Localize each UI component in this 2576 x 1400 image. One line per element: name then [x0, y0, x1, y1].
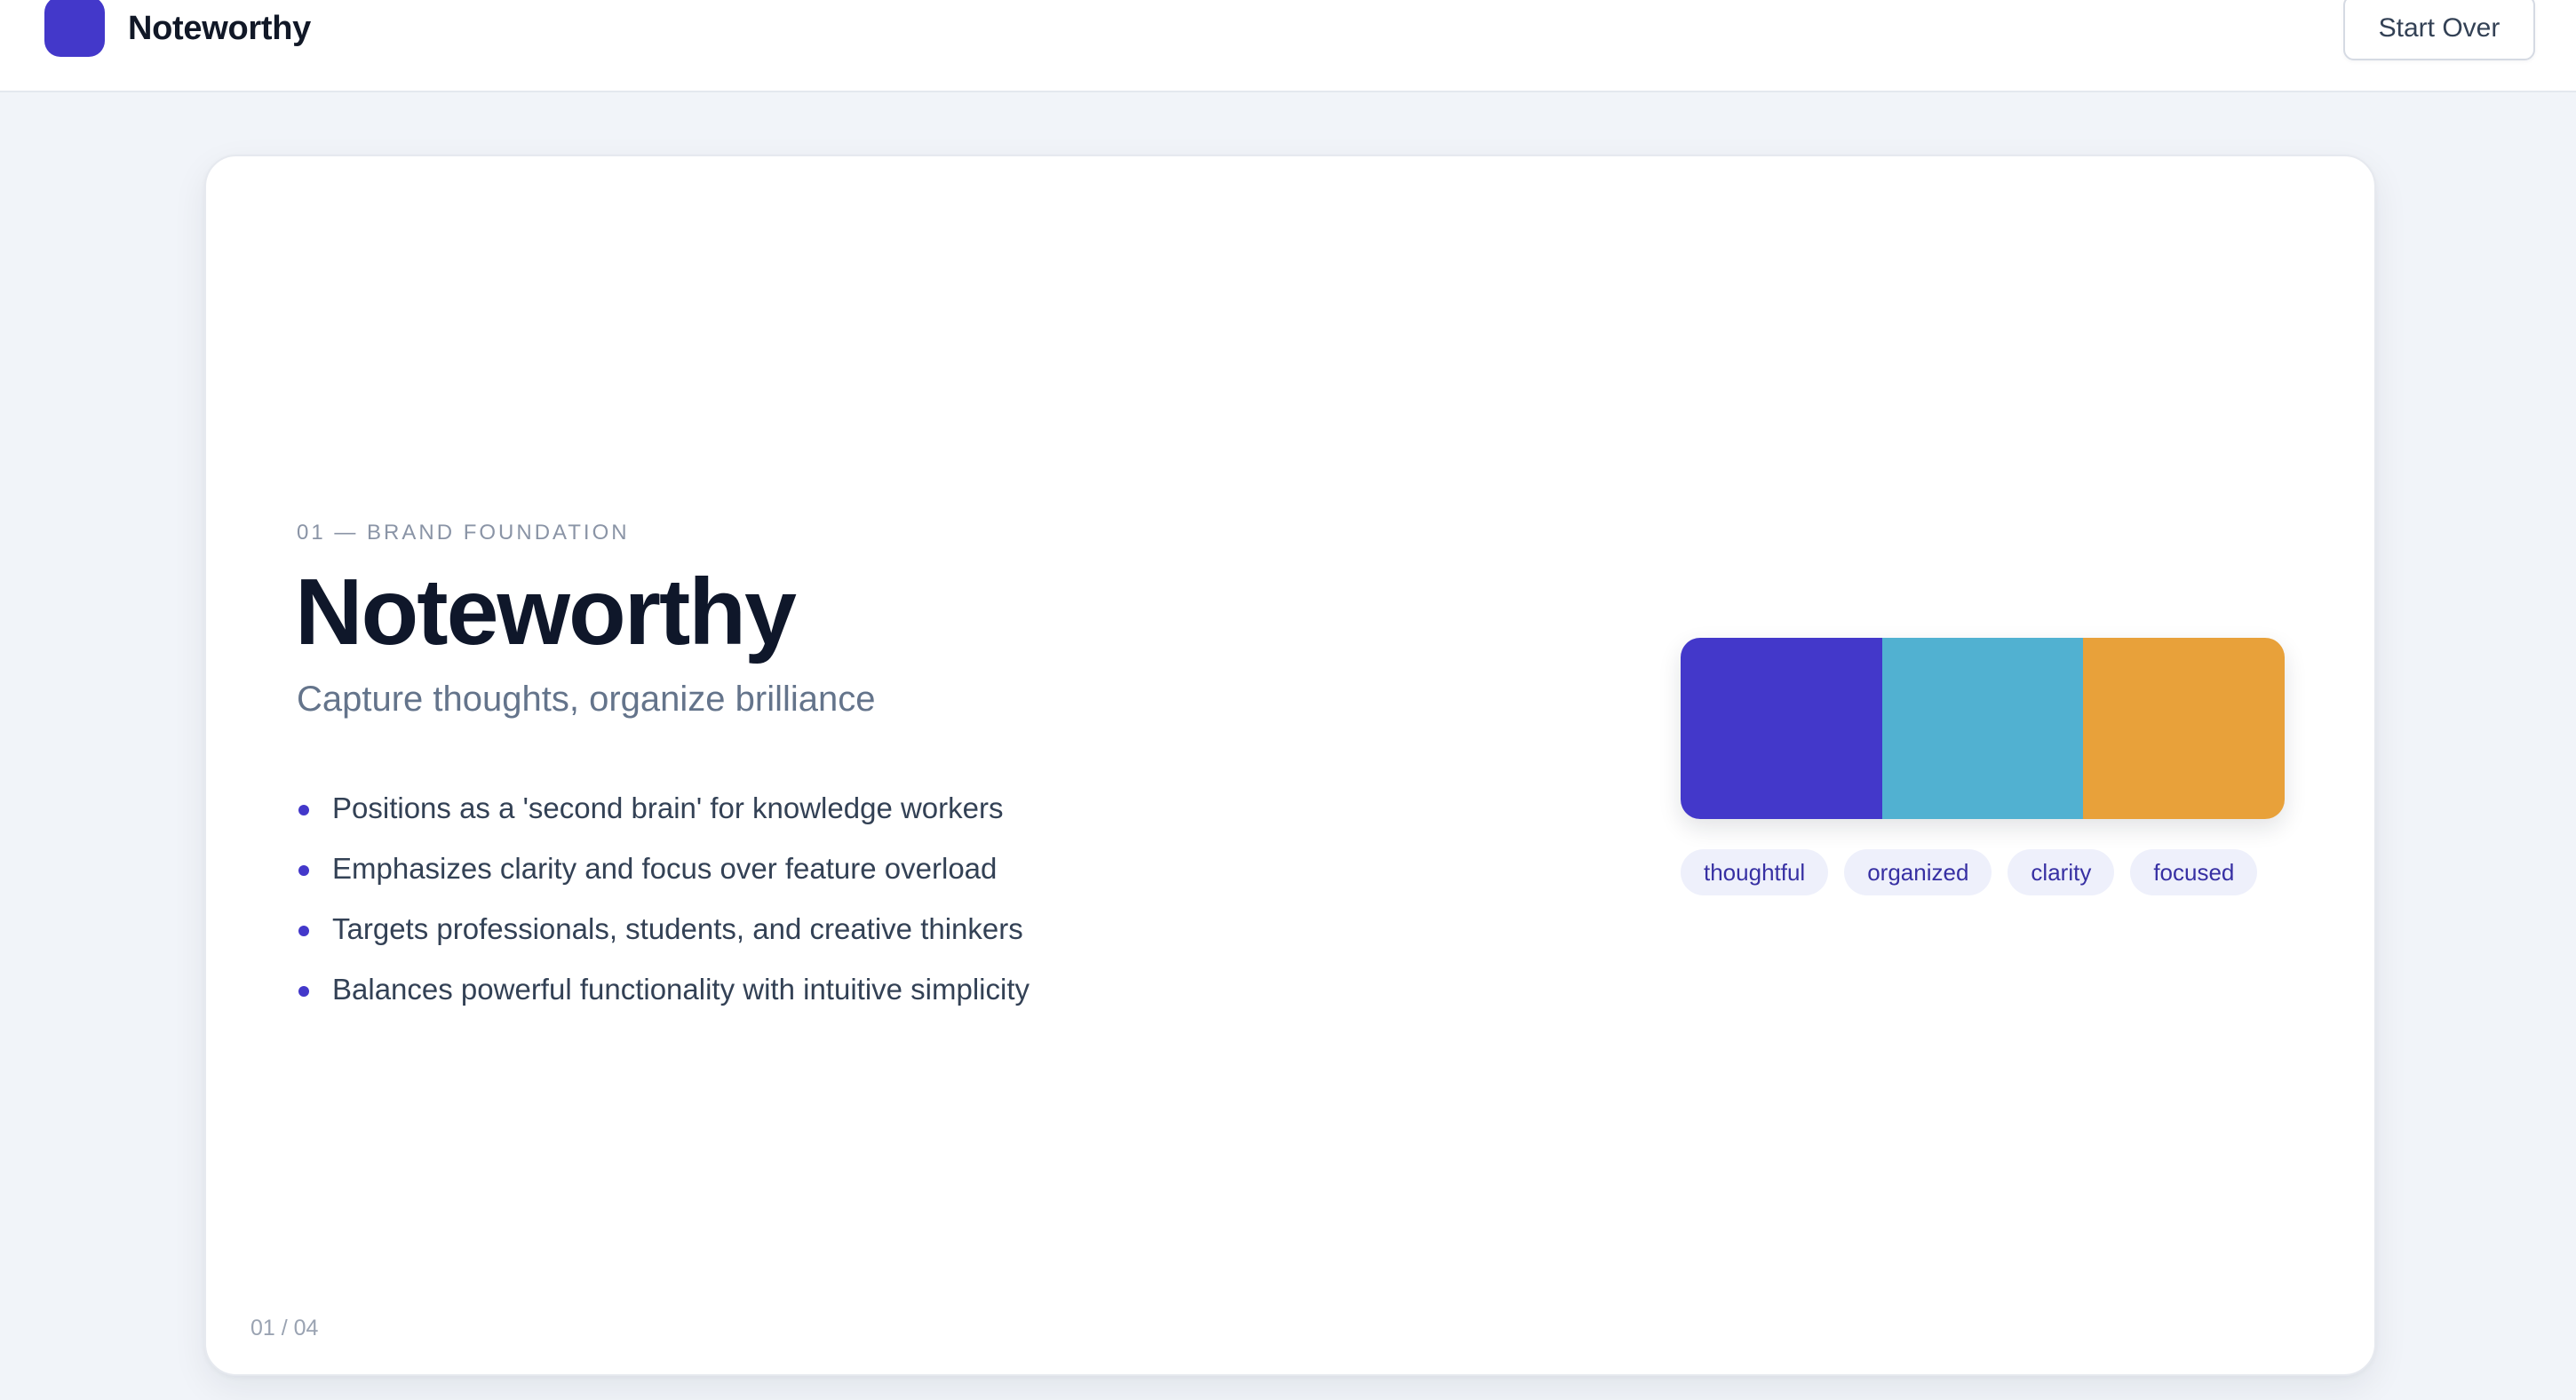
bullet-text: Emphasizes clarity and focus over featur… — [332, 852, 998, 885]
color-palette — [1681, 638, 2285, 819]
color-swatch-primary — [1681, 638, 1882, 819]
start-over-button[interactable]: Start Over — [2343, 0, 2535, 60]
tagline: Capture thoughts, organize brilliance — [297, 680, 876, 719]
color-swatch-secondary — [1881, 638, 2084, 819]
tag-organized: organized — [1844, 849, 1992, 895]
bullet-text: Balances powerful functionality with int… — [332, 973, 1030, 1006]
tag-thoughtful: thoughtful — [1681, 849, 1829, 895]
color-swatch-accent — [2083, 638, 2285, 819]
app-name: Noteworthy — [128, 10, 312, 47]
bullet-dot-icon — [298, 926, 309, 936]
bullet-dot-icon — [298, 986, 309, 997]
slide-title: Noteworthy — [295, 560, 797, 664]
section-label: 01 — BRAND FOUNDATION — [297, 521, 630, 545]
list-item: Balances powerful functionality with int… — [297, 965, 1030, 1025]
slide-card: 01 — BRAND FOUNDATION Noteworthy Capture… — [204, 155, 2376, 1376]
page-indicator: 01 / 04 — [250, 1316, 319, 1340]
logo-mark-icon — [44, 0, 105, 57]
top-bar: Noteworthy Start Over — [0, 0, 2576, 92]
bullet-dot-icon — [298, 865, 309, 876]
bullet-text: Positions as a 'second brain' for knowle… — [332, 791, 1004, 824]
bullet-list: Positions as a 'second brain' for knowle… — [297, 784, 1030, 1025]
list-item: Emphasizes clarity and focus over featur… — [297, 844, 1030, 904]
tag-clarity: clarity — [2008, 849, 2115, 895]
tag-focused: focused — [2130, 849, 2258, 895]
bullet-text: Targets professionals, students, and cre… — [332, 912, 1023, 945]
bullet-dot-icon — [298, 805, 309, 815]
list-item: Positions as a 'second brain' for knowle… — [297, 784, 1030, 844]
brand-tags: thoughtful organized clarity focused — [1681, 849, 2258, 895]
list-item: Targets professionals, students, and cre… — [297, 904, 1030, 965]
